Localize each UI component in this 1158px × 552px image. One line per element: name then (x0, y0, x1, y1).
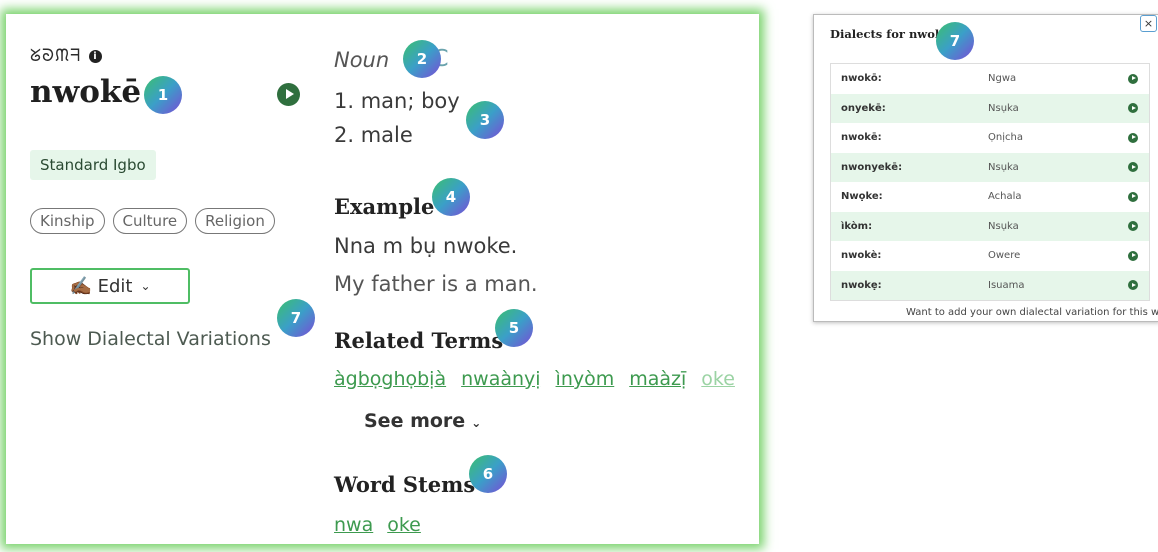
play-audio-icon[interactable] (277, 83, 300, 106)
related-terms-list: àgbọghọbịà nwaànyị ìnyòm maàzị̄ oke (334, 368, 735, 390)
table-row: nwokē: Ọnịcha (831, 123, 1149, 153)
chevron-down-icon: ⌄ (140, 279, 151, 293)
dialect-name: Nsụka (988, 161, 1019, 173)
play-audio-icon[interactable] (1128, 280, 1138, 291)
dialect-name: Nsụka (988, 220, 1019, 232)
play-audio-icon[interactable] (1128, 221, 1138, 232)
related-term-link[interactable]: nwaànyị (461, 368, 540, 390)
edit-label: ✍🏾 Edit (69, 275, 133, 297)
play-audio-icon[interactable] (1128, 73, 1138, 84)
play-audio-icon[interactable] (1128, 162, 1138, 173)
table-row: nwokè: Owere (831, 241, 1149, 271)
definition-item: 2. male (334, 123, 413, 147)
table-row: ìkòm: Nsụka (831, 211, 1149, 241)
related-term-link[interactable]: oke (701, 368, 735, 390)
example-english: My father is a man. (334, 272, 538, 296)
tag-kinship: Kinship (30, 208, 105, 234)
dialect-word: Nwọke: (841, 191, 883, 203)
play-audio-icon[interactable] (1128, 191, 1138, 202)
dialect-word: onyekē: (841, 102, 886, 114)
annotation-badge-5: 5 (495, 309, 533, 347)
table-row: nwonyekē: Nsụka (831, 152, 1149, 182)
tag-culture: Culture (112, 208, 188, 234)
annotation-badge-7: 7 (277, 299, 315, 337)
dialect-word: nwokē: (841, 132, 882, 144)
close-icon[interactable]: × (1140, 15, 1157, 32)
play-audio-icon[interactable] (1128, 132, 1138, 143)
example-heading: Example (334, 194, 435, 219)
dialect-word: nwonyekē: (841, 161, 903, 173)
annotation-badge-3: 3 (466, 101, 504, 139)
table-row: nwokō: Ngwa (831, 64, 1149, 94)
definitions: 1. man; boy 2. male (334, 84, 460, 152)
headword: nwokē (30, 74, 142, 110)
info-icon[interactable]: i (88, 50, 102, 63)
table-row: onyekē: Nsụka (831, 93, 1149, 123)
popup-title: Dialects for nwokē (830, 27, 951, 41)
nsibidi-script: ᘜᘐᙏᖷ i (30, 46, 102, 66)
related-term-link[interactable]: àgbọghọbịà (334, 368, 446, 390)
word-stems-list: nwa oke (334, 514, 421, 536)
annotation-badge-1: 1 (144, 76, 182, 114)
related-terms-heading: Related Terms (334, 328, 504, 353)
show-dialectal-variations-link[interactable]: Show Dialectal Variations (30, 328, 271, 350)
add-dialect-prompt[interactable]: Want to add your own dialectal variation… (906, 307, 1158, 318)
dialect-name: Isuama (988, 279, 1025, 291)
dialects-popup: Dialects for nwokē × nwokō: Ngwa onyekē: N… (813, 14, 1158, 322)
annotation-badge-7-popup: 7 (936, 22, 974, 60)
chevron-down-icon: ⌄ (471, 416, 482, 430)
annotation-badge-6: 6 (469, 455, 507, 493)
word-stems-heading: Word Stems (334, 472, 476, 497)
word-stem-link[interactable]: nwa (334, 514, 373, 536)
definition-item: 1. man; boy (334, 89, 460, 113)
edit-button[interactable]: ✍🏾 Edit ⌄ (30, 268, 190, 304)
example-igbo: Nna m bụ nwoke. (334, 234, 518, 258)
dialect-name: Achala (988, 191, 1022, 203)
dialect-tag: Standard Igbo (30, 150, 156, 180)
part-of-speech: Noun (334, 48, 390, 72)
tag-religion: Religion (195, 208, 275, 234)
annotation-badge-2: 2 (403, 40, 441, 78)
play-audio-icon[interactable] (1128, 250, 1138, 261)
dialect-name: Ngwa (988, 73, 1017, 85)
play-audio-icon[interactable] (1128, 103, 1138, 114)
dialect-word: nwokẹ: (841, 279, 882, 291)
related-term-link[interactable]: ìnyòm (556, 368, 615, 390)
dialects-table: nwokō: Ngwa onyekē: Nsụka nwokē: Ọnịcha nwo… (830, 63, 1150, 301)
related-term-link[interactable]: maàzị̄ (629, 368, 686, 390)
annotation-badge-4: 4 (432, 178, 470, 216)
nsibidi-text: ᘜᘐᙏᖷ (30, 46, 82, 66)
dialect-name: Owere (988, 250, 1021, 262)
dialect-name: Nsụka (988, 102, 1019, 114)
table-row: nwokẹ: Isuama (831, 270, 1149, 300)
see-more-label: See more (364, 410, 466, 432)
see-more-button[interactable]: See more ⌄ (364, 410, 481, 432)
word-entry-card: ᘜᘐᙏᖷ i nwokē Standard Igbo Kinship Cultu… (6, 14, 759, 544)
dialect-word: nwokō: (841, 73, 882, 85)
table-row: Nwọke: Achala (831, 182, 1149, 212)
tag-list: Kinship Culture Religion (30, 208, 275, 234)
dialect-name: Ọnịcha (988, 132, 1023, 144)
word-stem-link[interactable]: oke (387, 514, 421, 536)
dialect-word: ìkòm: (841, 220, 873, 232)
dialect-word: nwokè: (841, 250, 882, 262)
